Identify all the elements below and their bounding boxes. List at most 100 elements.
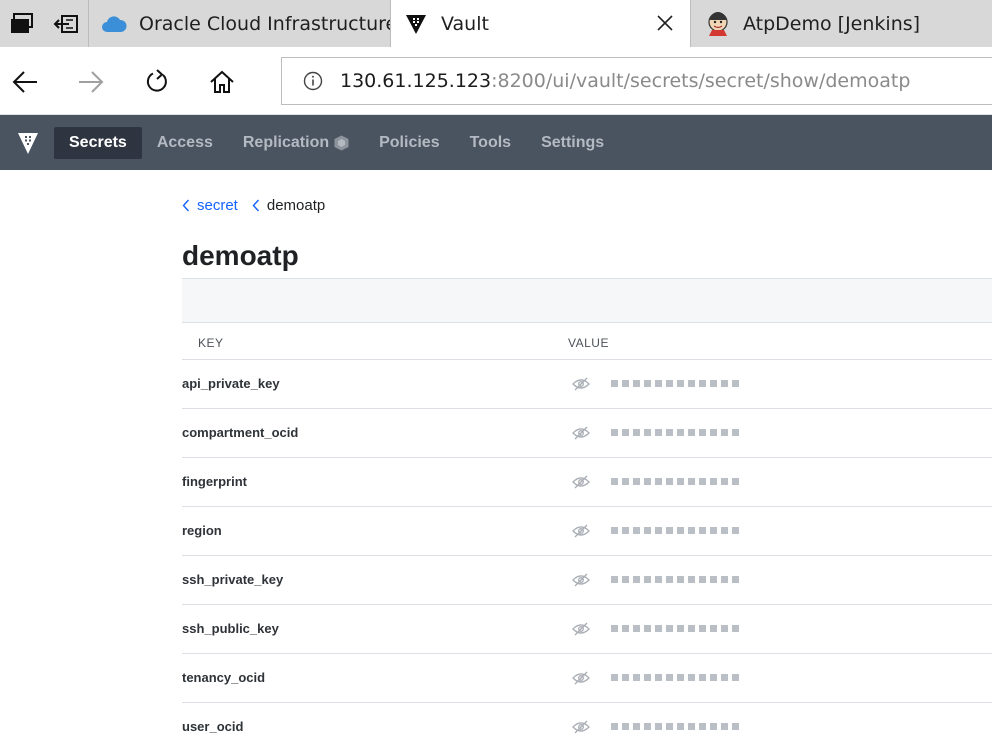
secret-key: ssh_private_key <box>182 572 284 587</box>
tab-jenkins[interactable]: AtpDemo [Jenkins] <box>690 0 992 47</box>
mask-dot <box>721 625 728 632</box>
mask-dot <box>611 576 618 583</box>
masked-value <box>611 478 739 485</box>
mask-dot <box>721 674 728 681</box>
mask-dot <box>655 625 662 632</box>
tab-title: AtpDemo [Jenkins] <box>743 12 921 35</box>
back-button[interactable] <box>8 65 42 99</box>
table-row: region <box>182 507 992 556</box>
mask-dot <box>644 576 651 583</box>
info-icon[interactable] <box>302 70 324 92</box>
eye-slash-icon[interactable] <box>571 425 591 441</box>
masked-value <box>611 527 739 534</box>
tab-title: Oracle Cloud Infrastructure <box>139 12 398 35</box>
table-row: compartment_ocid <box>182 409 992 458</box>
mask-dot <box>666 380 673 387</box>
breadcrumb: secret demoatp <box>182 197 325 214</box>
nav-policies[interactable]: Policies <box>364 127 454 159</box>
forward-button[interactable] <box>74 65 108 99</box>
column-header-value: VALUE <box>568 336 609 350</box>
tab-manager-button[interactable] <box>0 0 44 47</box>
mask-dot <box>732 723 739 730</box>
tab-vault[interactable]: Vault <box>390 0 690 47</box>
mask-dot <box>655 723 662 730</box>
close-tab-icon[interactable] <box>654 12 676 34</box>
mask-dot <box>611 723 618 730</box>
eye-slash-icon[interactable] <box>571 474 591 490</box>
nav-secrets[interactable]: Secrets <box>54 126 142 159</box>
mask-dot <box>688 723 695 730</box>
home-button[interactable] <box>205 65 239 99</box>
secret-key: compartment_ocid <box>182 425 299 440</box>
secret-key: tenancy_ocid <box>182 670 266 685</box>
mask-dot <box>732 478 739 485</box>
mask-dot <box>732 380 739 387</box>
refresh-button[interactable] <box>139 65 173 99</box>
mask-dot <box>699 478 706 485</box>
nav-tools[interactable]: Tools <box>455 127 526 159</box>
mask-dot <box>721 527 728 534</box>
page-title: demoatp <box>182 240 299 271</box>
secret-key: fingerprint <box>182 474 247 489</box>
mask-dot <box>611 527 618 534</box>
eye-slash-icon[interactable] <box>571 523 591 539</box>
mask-dot <box>666 527 673 534</box>
eye-slash-icon[interactable] <box>571 719 591 735</box>
mask-dot <box>732 674 739 681</box>
mask-dot <box>611 478 618 485</box>
url-text[interactable]: 130.61.125.123:8200/ui/vault/secrets/sec… <box>340 70 910 92</box>
mask-dot <box>699 576 706 583</box>
mask-dot <box>622 429 629 436</box>
url-path: :8200/ui/vault/secrets/secret/show/demoa… <box>491 70 911 92</box>
mask-dot <box>677 625 684 632</box>
chevron-left-icon <box>182 199 192 213</box>
windows-icon <box>11 12 33 33</box>
mask-dot <box>622 674 629 681</box>
breadcrumb-secret-link[interactable]: secret <box>197 197 238 214</box>
mask-dot <box>721 478 728 485</box>
eye-slash-icon[interactable] <box>571 572 591 588</box>
mask-dot <box>688 576 695 583</box>
secret-toolbar <box>182 278 992 323</box>
url-host: 130.61.125.123 <box>340 70 492 92</box>
mask-dot <box>666 625 673 632</box>
mask-dot <box>677 478 684 485</box>
mask-dot <box>721 723 728 730</box>
nav-replication[interactable]: Replication <box>228 127 364 159</box>
mask-dot <box>710 576 717 583</box>
chevron-left-icon <box>252 199 262 213</box>
set-aside-tabs-button[interactable] <box>44 0 88 47</box>
address-bar[interactable]: 130.61.125.123:8200/ui/vault/secrets/sec… <box>281 57 992 105</box>
masked-value <box>611 674 739 681</box>
mask-dot <box>633 674 640 681</box>
mask-dot <box>655 380 662 387</box>
mask-dot <box>699 380 706 387</box>
mask-dot <box>644 478 651 485</box>
mask-dot <box>710 429 717 436</box>
mask-dot <box>688 429 695 436</box>
table-row: ssh_public_key <box>182 605 992 654</box>
mask-dot <box>699 429 706 436</box>
mask-dot <box>677 674 684 681</box>
table-row: fingerprint <box>182 458 992 507</box>
enterprise-hexagon-icon <box>334 135 349 151</box>
eye-slash-icon[interactable] <box>571 621 591 637</box>
home-icon <box>210 70 234 93</box>
table-row: api_private_key <box>182 360 992 409</box>
browser-tab-strip: Oracle Cloud Infrastructure Vault AtpDem… <box>0 0 992 47</box>
mask-dot <box>611 625 618 632</box>
secret-key: api_private_key <box>182 376 280 391</box>
eye-slash-icon[interactable] <box>571 670 591 686</box>
nav-access[interactable]: Access <box>142 127 228 159</box>
tab-oracle-cloud[interactable]: Oracle Cloud Infrastructure <box>88 0 397 47</box>
mask-dot <box>677 723 684 730</box>
masked-value <box>611 625 739 632</box>
mask-dot <box>611 380 618 387</box>
vault-logo-icon[interactable] <box>8 123 48 163</box>
eye-slash-icon[interactable] <box>571 376 591 392</box>
arrow-left-icon <box>12 71 37 93</box>
mask-dot <box>688 625 695 632</box>
mask-dot <box>622 380 629 387</box>
nav-settings[interactable]: Settings <box>526 127 619 159</box>
mask-dot <box>710 380 717 387</box>
